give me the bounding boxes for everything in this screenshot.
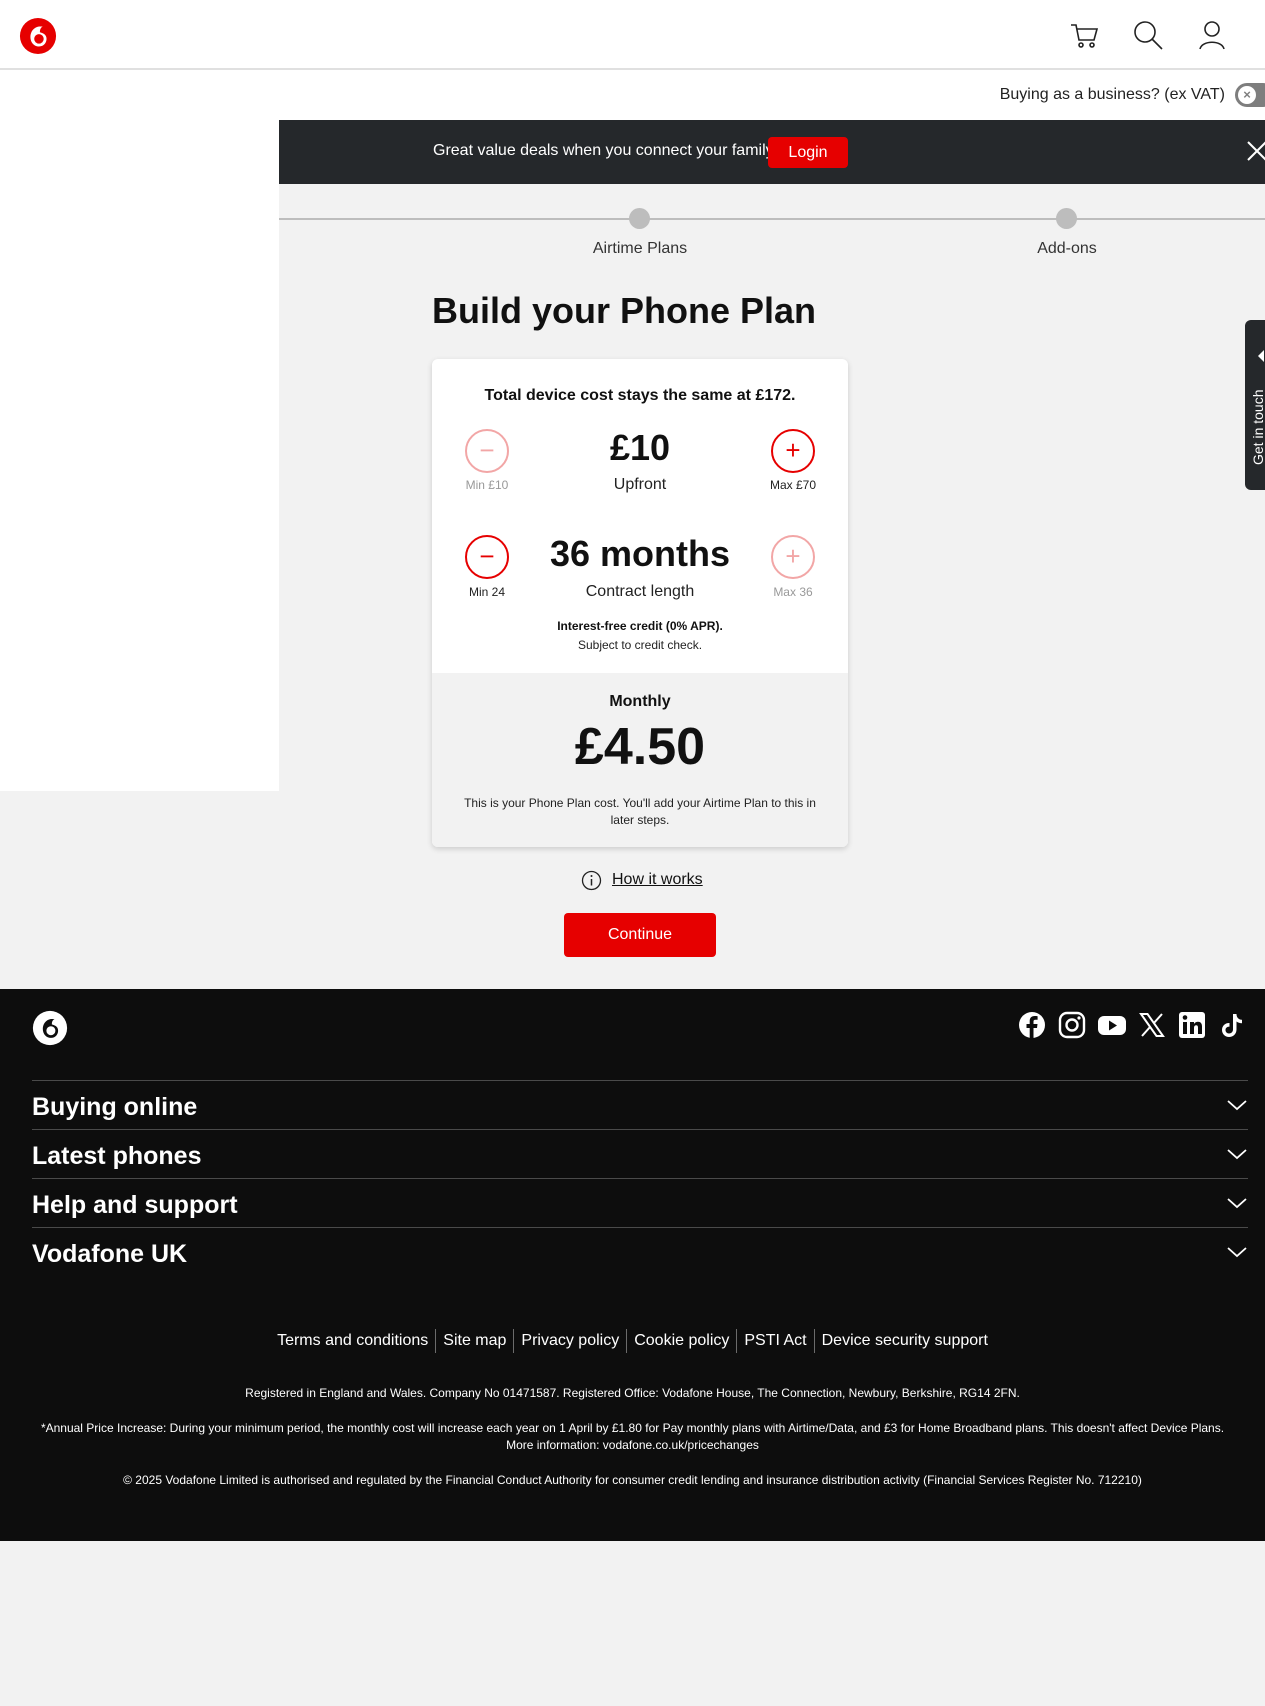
cart-icon[interactable] [1068,18,1102,52]
footer-link-terms[interactable]: Terms and conditions [270,1329,437,1353]
registered-info: Registered in England and Wales. Company… [245,1386,1020,1400]
footer-link-device-security[interactable]: Device security support [815,1329,995,1353]
toggle-off-icon: × [1238,86,1256,104]
left-panel [0,120,279,791]
get-in-touch-label: Get in touch [1250,389,1265,466]
site-header [0,0,1265,70]
chevron-down-icon [1227,1247,1247,1258]
chevron-left-icon [1258,350,1264,362]
credit-check-note: Subject to credit check. [577,638,703,652]
info-icon [581,870,602,891]
tiktok-icon[interactable] [1220,1011,1244,1039]
plan-card: Total device cost stays the same at £172… [432,359,848,847]
business-bar: Buying as a business? (ex VAT) [0,70,1265,120]
linkedin-icon[interactable] [1178,1011,1206,1039]
accordion-title: Buying online [32,1093,198,1121]
promo-banner: Great value deals when you connect your … [279,120,1265,184]
continue-button[interactable]: Continue [564,913,716,957]
footer-link-privacy[interactable]: Privacy policy [514,1329,628,1353]
accordion-title: Vodafone UK [32,1240,188,1268]
footer-link-sitemap[interactable]: Site map [436,1329,515,1353]
facebook-icon[interactable] [1018,1011,1046,1039]
upfront-increase-button[interactable]: + [771,429,815,473]
footer-links: Terms and conditions Site map Privacy poli… [0,1329,1265,1353]
contract-increase-button[interactable]: + [771,535,815,579]
x-icon[interactable] [1138,1011,1166,1039]
monthly-summary: Monthly £4.50 This is your Phone Plan co… [432,673,848,847]
progress-line [279,218,1265,220]
contract-max: Max 36 [773,585,813,599]
chevron-down-icon [1227,1100,1247,1111]
vodafone-logo[interactable] [19,17,57,55]
accordion-title: Latest phones [32,1142,202,1170]
how-it-works-link[interactable]: How it works [612,871,703,889]
accordion-help-and-support[interactable]: Help and support [32,1179,1248,1227]
accordion-buying-online[interactable]: Buying online [32,1081,1248,1129]
chevron-down-icon [1227,1198,1247,1209]
step-label-airtime[interactable]: Airtime Plans [560,240,720,258]
step-label-addons[interactable]: Add-ons [987,240,1147,258]
search-icon[interactable] [1131,18,1165,52]
footer-link-cookie[interactable]: Cookie policy [627,1329,738,1353]
promo-text: Great value deals when you connect your … [433,142,774,159]
step-dot-addons [1056,208,1077,229]
vodafone-logo-footer[interactable] [32,1010,68,1046]
chevron-down-icon [1227,1149,1247,1160]
monthly-label: Monthly [609,693,671,710]
instagram-icon[interactable] [1058,1011,1086,1039]
accordion-title: Help and support [32,1191,238,1219]
step-dot-airtime [629,208,650,229]
accordion-vodafone-uk[interactable]: Vodafone UK [32,1228,1248,1276]
page-title: Build your Phone Plan [432,290,817,331]
copyright: © 2025 Vodafone Limited is authorised an… [123,1473,1142,1487]
login-button[interactable]: Login [768,137,848,168]
monthly-price: £4.50 [574,718,706,776]
credit-info: Interest-free credit (0% APR). [557,619,723,633]
monthly-note: This is your Phone Plan cost. You'll add… [464,796,816,827]
youtube-icon[interactable] [1097,1011,1127,1039]
upfront-max: Max £70 [769,478,817,492]
user-icon[interactable] [1195,18,1229,52]
footer-link-psti[interactable]: PSTI Act [737,1329,815,1353]
close-icon[interactable] [1244,138,1265,164]
business-toggle-label: Buying as a business? (ex VAT) [999,86,1225,103]
device-cost-summary: Total device cost stays the same at £172… [484,387,796,404]
annual-price-increase: *Annual Price Increase: During your mini… [40,1421,1225,1452]
accordion-latest-phones[interactable]: Latest phones [32,1130,1248,1178]
site-footer: Buying online Latest phones Help and sup… [0,989,1265,1541]
